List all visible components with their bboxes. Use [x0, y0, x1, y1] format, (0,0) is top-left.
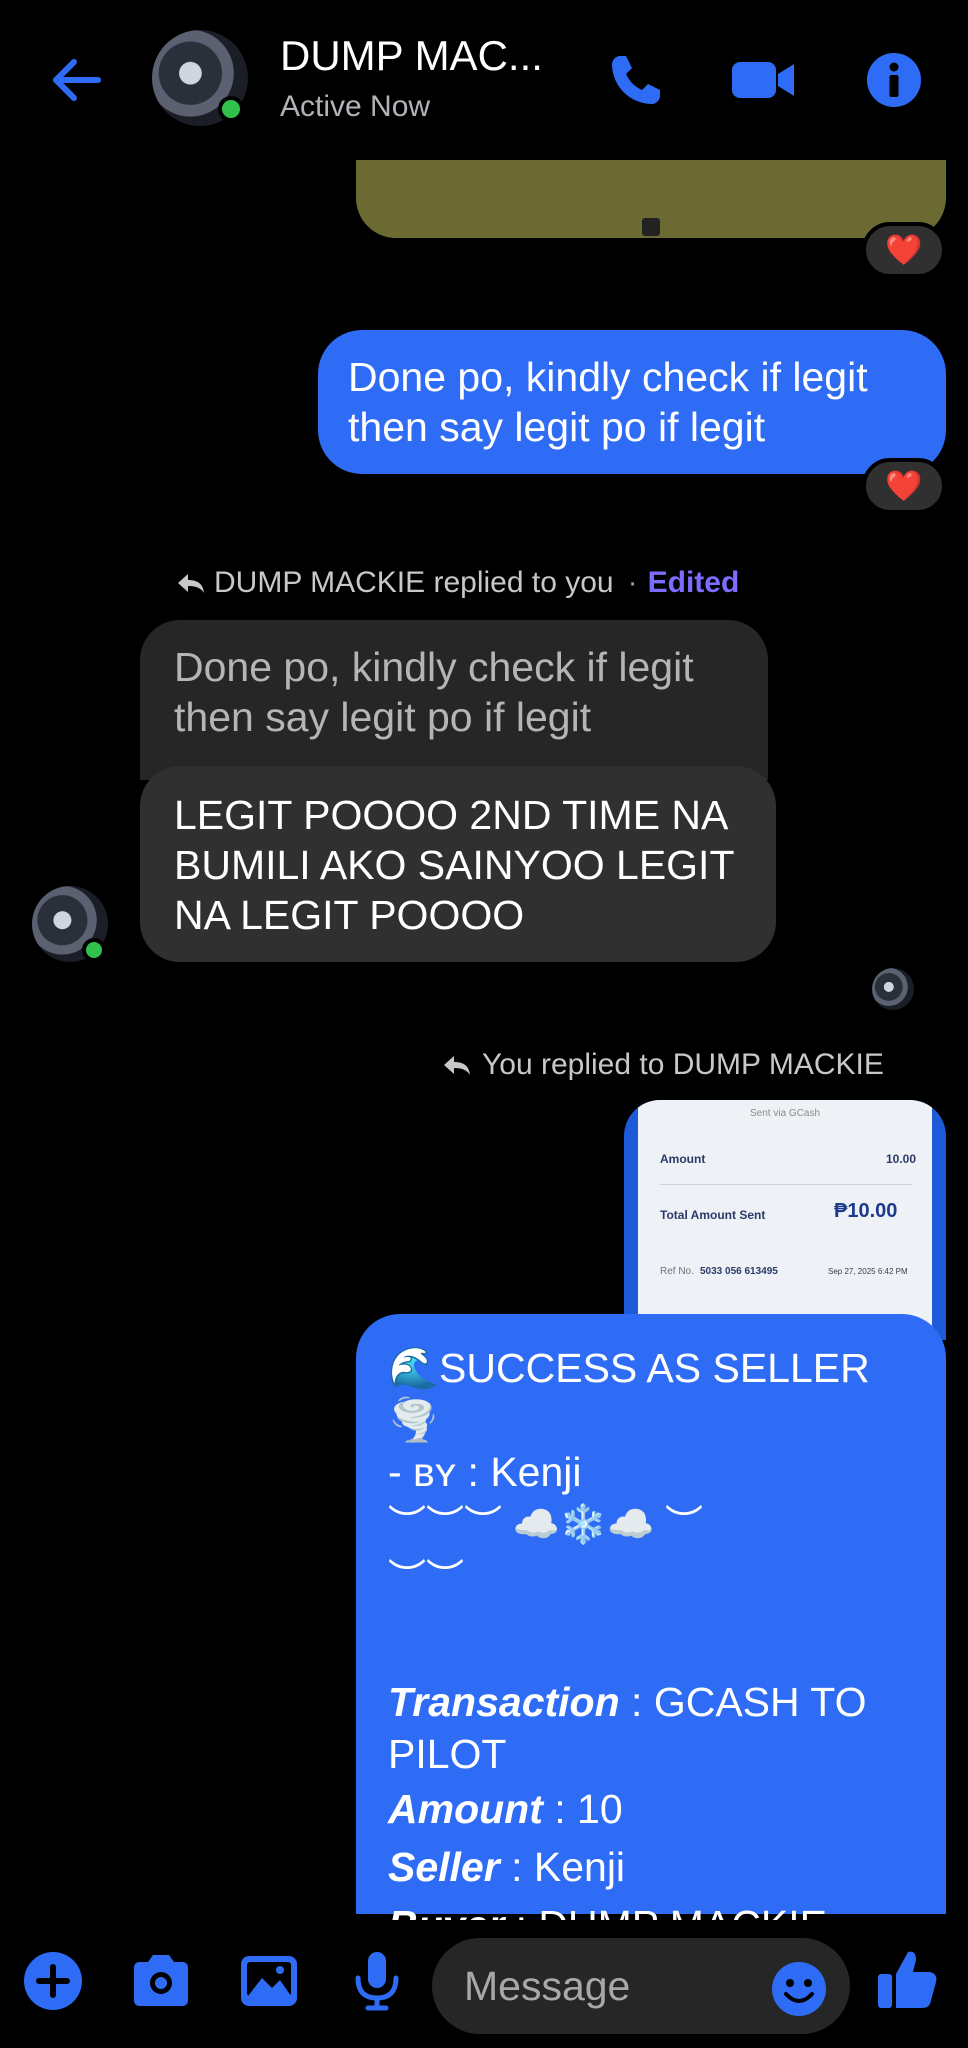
camera-icon[interactable]: [128, 1948, 194, 2014]
seller-line: Seller : Kenji: [388, 1838, 914, 1896]
success-by-name: Kenji: [490, 1449, 582, 1495]
separator-dot: ·: [627, 566, 638, 599]
success-by-line: - ʙʏ : Kenji: [388, 1446, 914, 1498]
receipt-total-value: ₱10.00: [834, 1200, 898, 1222]
transaction-line: Transaction : GCASH TO PILOT: [388, 1676, 914, 1780]
image-menu-icon: [642, 218, 660, 236]
decor-line-2: ︶︶: [388, 1558, 465, 1600]
active-status: Active Now: [280, 90, 431, 123]
gallery-icon[interactable]: [236, 1948, 302, 2014]
receipt-header: Sent via GCash: [750, 1108, 821, 1119]
receipt-ref-value: 5033 056 613495: [700, 1266, 778, 1277]
contact-name[interactable]: DUMP MAC...: [280, 32, 543, 80]
receipt-image[interactable]: Sent via GCash Amount 10.00 Total Amount…: [624, 1100, 946, 1340]
amount-label: Amount: [388, 1786, 543, 1832]
decor-line-1: ︶︶︶ ☁️❄️☁️ ︶: [388, 1504, 704, 1546]
reply-indicator: You replied to DUMP MACKIE: [442, 1048, 884, 1082]
receipt-total-label: Total Amount Sent: [660, 1208, 766, 1222]
message-composer: Message: [0, 1920, 968, 2048]
online-indicator: [218, 96, 244, 122]
edited-label: Edited: [647, 566, 740, 599]
chat-header: DUMP MAC... Active Now: [0, 0, 968, 160]
info-icon[interactable]: [864, 50, 924, 110]
heart-reaction-icon[interactable]: ❤️: [862, 222, 946, 278]
emoji-icon[interactable]: [770, 1960, 828, 2018]
quoted-message[interactable]: Done po, kindly check if legit then say …: [140, 620, 768, 780]
online-indicator: [82, 938, 106, 962]
success-title: 🌊SUCCESS AS SELLER🌪️: [388, 1345, 870, 1443]
reply-arrow-icon: [444, 1056, 470, 1075]
plus-icon[interactable]: [20, 1948, 86, 2014]
heart-reaction-icon[interactable]: ❤️: [862, 458, 946, 514]
microphone-icon[interactable]: [344, 1948, 410, 2014]
seller-label: Seller: [388, 1844, 500, 1890]
receipt-amount-label: Amount: [660, 1152, 706, 1166]
message-text: Done po, kindly check if legit then say …: [348, 354, 868, 450]
reply-arrow-icon: [178, 574, 204, 593]
received-message-bubble[interactable]: LEGIT POOOO 2ND TIME NA BUMILI AKO SAINY…: [140, 766, 776, 962]
sent-message-bubble[interactable]: Done po, kindly check if legit then say …: [318, 330, 946, 474]
back-arrow-icon[interactable]: [44, 50, 108, 110]
message-text: LEGIT POOOO 2ND TIME NA BUMILI AKO SAINY…: [174, 792, 734, 938]
reply-indicator: DUMP MACKIE replied to you · Edited: [176, 566, 739, 600]
reply-indicator-text: You replied to DUMP MACKIE: [482, 1048, 884, 1081]
phone-call-icon[interactable]: [606, 50, 666, 110]
amount-value: : 10: [542, 1786, 623, 1832]
reply-indicator-text: DUMP MACKIE replied to you: [214, 566, 614, 599]
message-placeholder: Message: [464, 1962, 631, 2009]
receipt-ref-label: Ref No.: [660, 1266, 694, 1277]
video-call-icon[interactable]: [728, 50, 800, 110]
receipt-content: Sent via GCash Amount 10.00 Total Amount…: [638, 1100, 932, 1340]
receipt-divider: [660, 1184, 912, 1185]
seen-avatar: [872, 968, 914, 1010]
seller-value: : Kenji: [499, 1844, 626, 1890]
success-by-prefix: - ʙʏ :: [388, 1449, 491, 1495]
quoted-text: Done po, kindly check if legit then say …: [174, 644, 694, 740]
thumbs-up-icon[interactable]: [872, 1944, 942, 2014]
amount-line: Amount : 10: [388, 1780, 914, 1838]
receipt-date: Sep 27, 2025 6:42 PM: [828, 1267, 908, 1276]
receipt-amount-value: 10.00: [886, 1152, 917, 1166]
transaction-label: Transaction: [388, 1679, 620, 1725]
sent-success-message[interactable]: 🌊SUCCESS AS SELLER🌪️ - ʙʏ : Kenji ︶︶︶ ☁️…: [356, 1314, 946, 1948]
